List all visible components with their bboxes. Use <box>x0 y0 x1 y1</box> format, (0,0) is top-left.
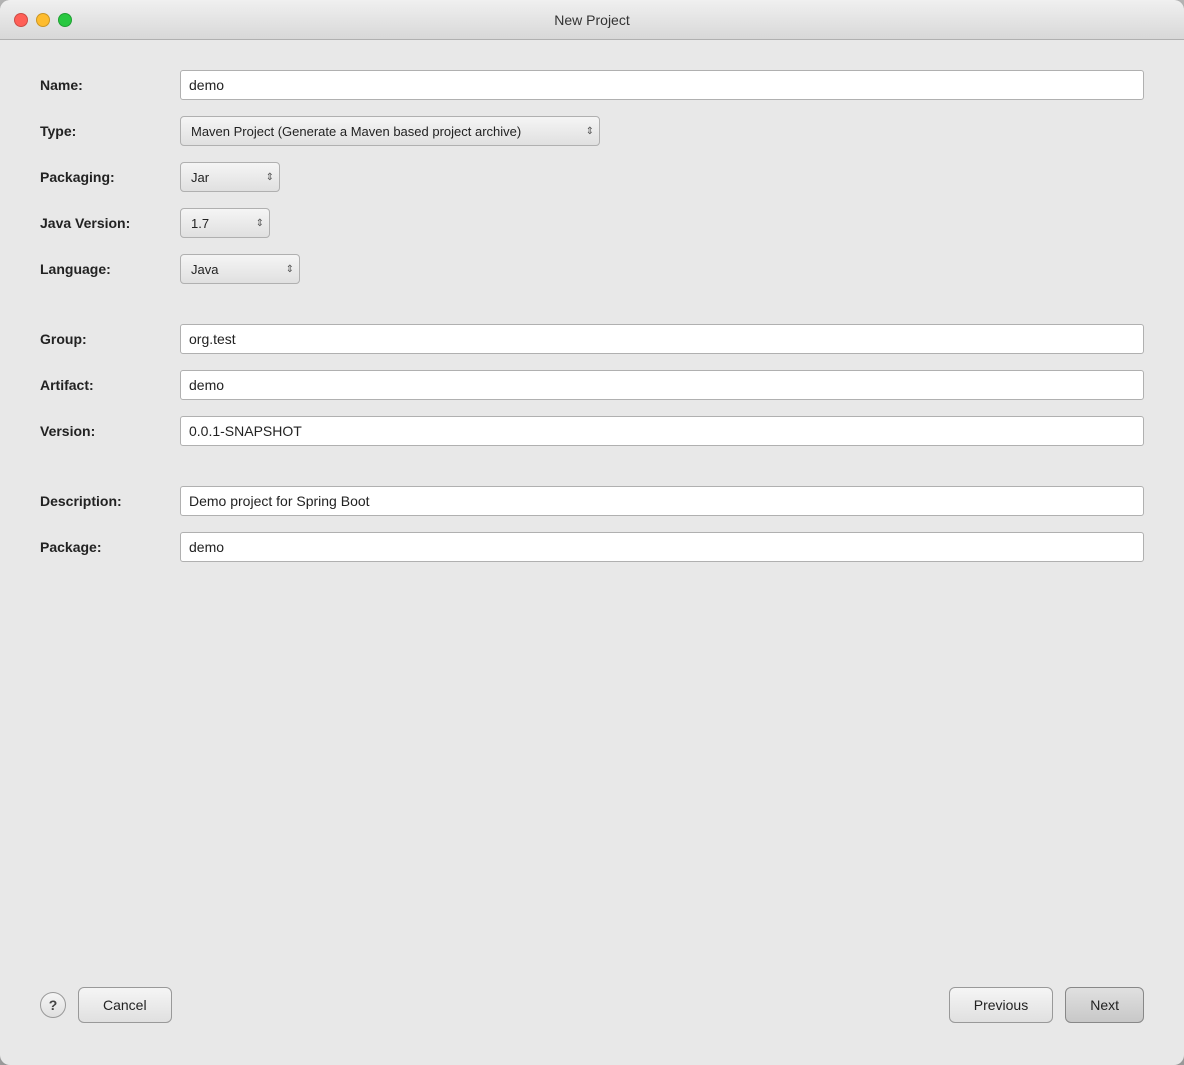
footer-left: ? Cancel <box>40 987 172 1023</box>
type-select[interactable]: Maven Project (Generate a Maven based pr… <box>180 116 600 146</box>
packaging-select-wrapper: Jar War <box>180 162 280 192</box>
group-row: Group: <box>40 324 1144 354</box>
language-select-wrapper: Java Kotlin Groovy <box>180 254 300 284</box>
language-row: Language: Java Kotlin Groovy <box>40 254 1144 284</box>
version-row: Version: <box>40 416 1144 446</box>
close-button[interactable] <box>14 13 28 27</box>
name-label: Name: <box>40 77 180 93</box>
type-row: Type: Maven Project (Generate a Maven ba… <box>40 116 1144 146</box>
help-button[interactable]: ? <box>40 992 66 1018</box>
packaging-select[interactable]: Jar War <box>180 162 280 192</box>
version-input[interactable] <box>180 416 1144 446</box>
minimize-button[interactable] <box>36 13 50 27</box>
cancel-button[interactable]: Cancel <box>78 987 172 1023</box>
java-version-row: Java Version: 1.7 1.8 11 17 <box>40 208 1144 238</box>
titlebar-buttons <box>14 13 72 27</box>
packaging-row: Packaging: Jar War <box>40 162 1144 192</box>
package-input[interactable] <box>180 532 1144 562</box>
footer-right: Previous Next <box>949 987 1144 1023</box>
artifact-row: Artifact: <box>40 370 1144 400</box>
group-label: Group: <box>40 331 180 347</box>
name-row: Name: <box>40 70 1144 100</box>
packaging-label: Packaging: <box>40 169 180 185</box>
footer: ? Cancel Previous Next <box>40 965 1144 1045</box>
previous-button[interactable]: Previous <box>949 987 1053 1023</box>
window-title: New Project <box>554 12 629 28</box>
form-area: Name: Type: Maven Project (Generate a Ma… <box>40 70 1144 965</box>
new-project-dialog: New Project Name: Type: Maven Project (G… <box>0 0 1184 1065</box>
description-input[interactable] <box>180 486 1144 516</box>
java-version-select[interactable]: 1.7 1.8 11 17 <box>180 208 270 238</box>
artifact-input[interactable] <box>180 370 1144 400</box>
artifact-label: Artifact: <box>40 377 180 393</box>
name-input[interactable] <box>180 70 1144 100</box>
next-button[interactable]: Next <box>1065 987 1144 1023</box>
package-label: Package: <box>40 539 180 555</box>
java-version-select-wrapper: 1.7 1.8 11 17 <box>180 208 270 238</box>
version-label: Version: <box>40 423 180 439</box>
maximize-button[interactable] <box>58 13 72 27</box>
language-label: Language: <box>40 261 180 277</box>
titlebar: New Project <box>0 0 1184 40</box>
group-input[interactable] <box>180 324 1144 354</box>
description-row: Description: <box>40 486 1144 516</box>
java-version-label: Java Version: <box>40 215 180 231</box>
type-label: Type: <box>40 123 180 139</box>
language-select[interactable]: Java Kotlin Groovy <box>180 254 300 284</box>
dialog-content: Name: Type: Maven Project (Generate a Ma… <box>0 40 1184 1065</box>
description-label: Description: <box>40 493 180 509</box>
type-select-wrapper: Maven Project (Generate a Maven based pr… <box>180 116 600 146</box>
package-row: Package: <box>40 532 1144 562</box>
